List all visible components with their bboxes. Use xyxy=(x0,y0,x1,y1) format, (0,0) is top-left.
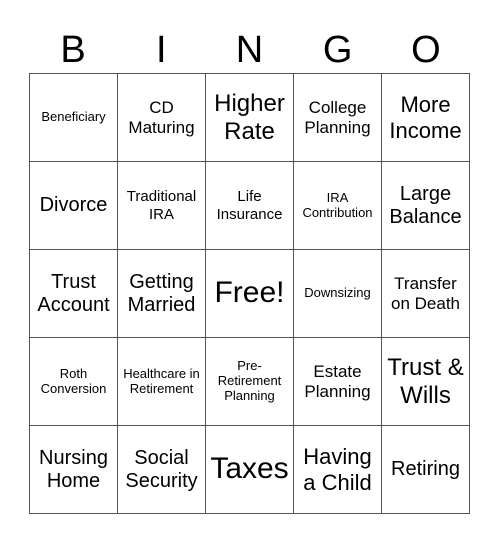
bingo-cell[interactable]: Traditional IRA xyxy=(118,162,206,250)
bingo-cell[interactable]: Healthcare in Retirement xyxy=(118,338,206,426)
bingo-cell[interactable]: Estate Planning xyxy=(294,338,382,426)
bingo-cell[interactable]: Downsizing xyxy=(294,250,382,338)
bingo-cell[interactable]: CD Maturing xyxy=(118,74,206,162)
bingo-cell[interactable]: Transfer on Death xyxy=(382,250,470,338)
bingo-cell[interactable]: College Planning xyxy=(294,74,382,162)
bingo-cell[interactable]: Higher Rate xyxy=(206,74,294,162)
bingo-cell[interactable]: Getting Married xyxy=(118,250,206,338)
bingo-cell[interactable]: Life Insurance xyxy=(206,162,294,250)
bingo-cell[interactable]: Retiring xyxy=(382,426,470,514)
bingo-header: B I N G O xyxy=(29,28,470,72)
free-space-cell[interactable]: Free! xyxy=(206,250,294,338)
bingo-grid: Beneficiary CD Maturing Higher Rate Coll… xyxy=(29,73,470,514)
bingo-cell[interactable]: Roth Conversion xyxy=(30,338,118,426)
bingo-cell[interactable]: Having a Child xyxy=(294,426,382,514)
bingo-cell[interactable]: More Income xyxy=(382,74,470,162)
header-letter-i: I xyxy=(156,29,167,71)
bingo-cell[interactable]: Divorce xyxy=(30,162,118,250)
bingo-cell[interactable]: Trust Account xyxy=(30,250,118,338)
bingo-cell[interactable]: Pre-Retirement Planning xyxy=(206,338,294,426)
bingo-cell[interactable]: Trust & Wills xyxy=(382,338,470,426)
bingo-cell[interactable]: Social Security xyxy=(118,426,206,514)
bingo-cell[interactable]: Large Balance xyxy=(382,162,470,250)
header-letter-o: O xyxy=(411,29,441,71)
header-letter-b: B xyxy=(60,29,86,71)
bingo-cell[interactable]: IRA Contribution xyxy=(294,162,382,250)
header-letter-n: N xyxy=(235,29,264,71)
bingo-cell[interactable]: Taxes xyxy=(206,426,294,514)
bingo-cell[interactable]: Beneficiary xyxy=(30,74,118,162)
header-letter-g: G xyxy=(322,29,353,71)
bingo-cell[interactable]: Nursing Home xyxy=(30,426,118,514)
